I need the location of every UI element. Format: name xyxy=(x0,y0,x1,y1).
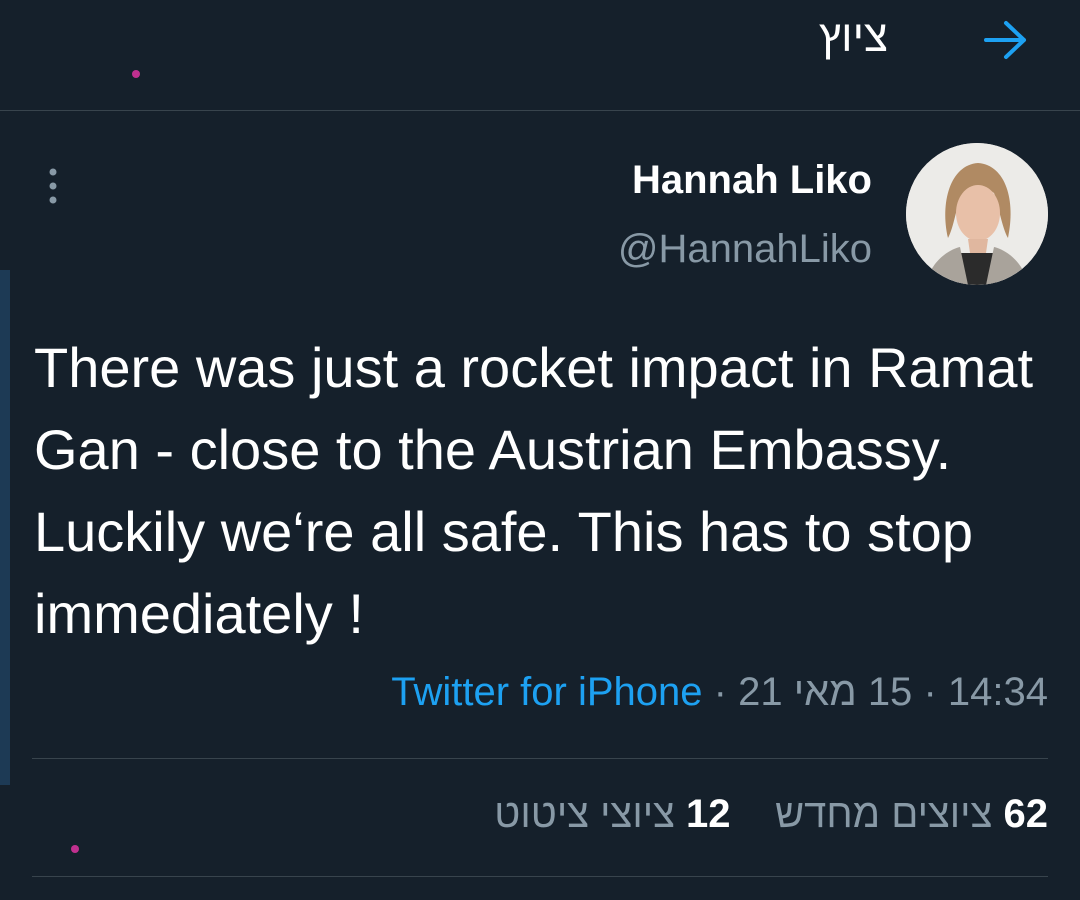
meta-separator: · xyxy=(923,670,937,714)
thread-indicator xyxy=(0,270,10,785)
divider xyxy=(32,876,1048,877)
more-vertical-icon[interactable] xyxy=(40,162,66,210)
tweet-source-link[interactable]: Twitter for iPhone xyxy=(391,670,702,714)
tweet-date[interactable]: 15 מאי 21 xyxy=(738,670,912,714)
divider xyxy=(32,758,1048,759)
decorative-dot xyxy=(71,845,79,853)
meta-separator: · xyxy=(713,670,727,714)
retweets-label: ציוצים מחדש xyxy=(774,792,993,836)
top-bar: ציוץ xyxy=(0,0,1080,111)
retweets-count: 62 xyxy=(1003,792,1049,836)
author-handle[interactable]: @HannahLiko xyxy=(618,227,872,272)
quotes-label: ציוצי ציטוט xyxy=(494,792,675,836)
arrow-right-icon[interactable] xyxy=(982,18,1030,62)
retweets-stat[interactable]: 62 ציוצים מחדש xyxy=(775,792,1048,836)
tweet-meta: Twitter for iPhone · 15 מאי 21 · 14:34 xyxy=(391,670,1048,715)
tweet-time[interactable]: 14:34 xyxy=(948,670,1048,714)
tweet-text: There was just a rocket impact in Ramat … xyxy=(34,336,1034,645)
author-name[interactable]: Hannah Liko xyxy=(632,158,872,203)
decorative-dot xyxy=(132,70,140,78)
quotes-count: 12 xyxy=(686,792,731,836)
quotes-stat[interactable]: 12 ציוצי ציטוט xyxy=(494,792,730,836)
tweet-stats: 62 ציוצים מחדש 12 ציוצי ציטוט xyxy=(494,792,1048,837)
avatar[interactable] xyxy=(906,143,1048,285)
avatar-image xyxy=(906,143,1048,285)
page-title: ציוץ xyxy=(818,12,888,61)
